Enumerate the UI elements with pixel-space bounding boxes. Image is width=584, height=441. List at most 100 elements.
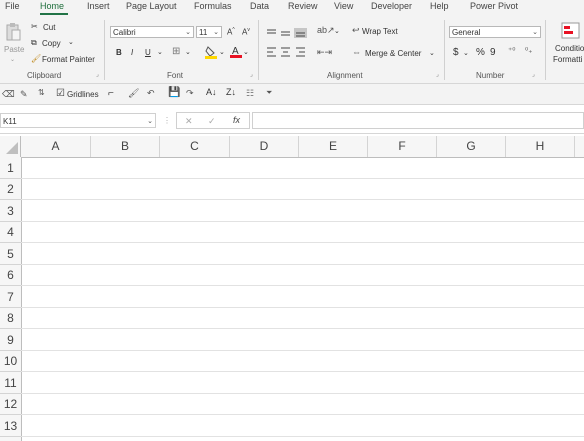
- paste-label[interactable]: Paste: [4, 45, 24, 54]
- tab-developer[interactable]: Developer: [371, 1, 412, 11]
- bold-button[interactable]: B: [116, 48, 122, 57]
- sort-ascending-icon[interactable]: A↓: [206, 87, 217, 97]
- underline-button[interactable]: U: [145, 48, 151, 57]
- row-header-12[interactable]: 12: [0, 394, 21, 415]
- number-format-value: General: [452, 28, 481, 37]
- row-header-10[interactable]: 10: [0, 351, 21, 372]
- cut-button[interactable]: Cut: [43, 23, 55, 32]
- fill-color-dropdown-icon[interactable]: ⌄: [219, 48, 225, 56]
- row-header-13[interactable]: 13: [0, 415, 21, 437]
- font-launcher-icon[interactable]: ⌟: [250, 71, 253, 78]
- tab-power-pivot[interactable]: Power Pivot: [470, 1, 518, 11]
- tab-file[interactable]: File: [5, 1, 20, 11]
- gridline: [21, 285, 584, 286]
- merge-dropdown-icon[interactable]: ⌄: [429, 49, 435, 57]
- orientation-icon[interactable]: ab↗: [317, 25, 335, 36]
- paste-icon[interactable]: [5, 22, 21, 42]
- column-header-c[interactable]: C: [160, 136, 230, 157]
- row-header-1[interactable]: 1: [0, 157, 21, 179]
- gridline: [21, 393, 584, 394]
- grow-font-button[interactable]: A^: [227, 27, 235, 37]
- conditional-formatting-icon[interactable]: [561, 22, 581, 40]
- tab-page-layout[interactable]: Page Layout: [126, 1, 177, 11]
- comma-button[interactable]: 9: [490, 47, 496, 58]
- increase-decimal-icon[interactable]: ⁺⁰: [508, 46, 515, 55]
- row-header-7[interactable]: 7: [0, 286, 21, 308]
- undo-icon[interactable]: ↶: [147, 88, 155, 99]
- select-all-button[interactable]: [0, 136, 21, 157]
- paint-icon[interactable]: ✎: [20, 89, 28, 100]
- borders-icon[interactable]: ⊞: [172, 46, 180, 57]
- column-header-a[interactable]: A: [21, 136, 91, 157]
- row-header-11[interactable]: 11: [0, 372, 21, 394]
- sort-icon[interactable]: ⇅: [38, 88, 45, 97]
- save-icon[interactable]: 💾: [168, 87, 180, 98]
- font-color-dropdown-icon[interactable]: ⌄: [243, 48, 249, 56]
- formula-input[interactable]: [252, 112, 584, 129]
- conditional-formatting-label-2[interactable]: Formatti: [553, 55, 582, 64]
- currency-dropdown-icon[interactable]: ⌄: [463, 49, 469, 57]
- row-header-6[interactable]: 6: [0, 265, 21, 286]
- number-launcher-icon[interactable]: ⌟: [532, 71, 535, 78]
- column-header-h[interactable]: H: [506, 136, 575, 157]
- row-header-9[interactable]: 9: [0, 329, 21, 351]
- row-header-5[interactable]: 5: [0, 243, 21, 265]
- row-header-2[interactable]: 2: [0, 179, 21, 200]
- font-color-icon[interactable]: A: [230, 44, 242, 59]
- tab-review[interactable]: Review: [288, 1, 318, 11]
- orientation-dropdown-icon[interactable]: ⌄: [334, 27, 340, 35]
- horizontal-align-icons[interactable]: [266, 46, 310, 58]
- gridline: [21, 414, 584, 415]
- tab-insert[interactable]: Insert: [87, 1, 110, 11]
- percent-button[interactable]: %: [476, 47, 485, 58]
- alignment-launcher-icon[interactable]: ⌟: [436, 71, 439, 78]
- eraser-icon[interactable]: ⌫: [2, 89, 15, 100]
- italic-button[interactable]: I: [131, 48, 133, 57]
- wrap-text-button[interactable]: Wrap Text: [362, 27, 398, 36]
- column-header-e[interactable]: E: [299, 136, 368, 157]
- copy-button[interactable]: Copy: [42, 39, 61, 48]
- conditional-formatting-label[interactable]: Conditio: [555, 44, 584, 53]
- fill-color-icon[interactable]: [205, 45, 218, 59]
- currency-button[interactable]: $: [453, 47, 459, 58]
- enter-icon[interactable]: ✓: [208, 116, 216, 127]
- row-header-8[interactable]: 8: [0, 308, 21, 329]
- underline-dropdown-icon[interactable]: ⌄: [157, 48, 163, 56]
- clipboard-launcher-icon[interactable]: ⌟: [96, 71, 99, 78]
- borders-dropdown-icon[interactable]: ⌄: [185, 48, 191, 56]
- tab-data[interactable]: Data: [250, 1, 269, 11]
- number-format-combo[interactable]: General ⌄: [449, 26, 541, 38]
- decrease-decimal-icon[interactable]: ⁰₊: [525, 46, 532, 55]
- row-header-4[interactable]: 4: [0, 222, 21, 243]
- tab-formulas[interactable]: Formulas: [194, 1, 232, 11]
- column-header-g[interactable]: G: [437, 136, 506, 157]
- brush-icon[interactable]: 🖌: [128, 88, 139, 99]
- sort-descending-icon[interactable]: Z↓: [226, 87, 236, 97]
- column-headers: A B C D E F G H: [0, 136, 584, 158]
- vertical-align-icons[interactable]: [266, 28, 310, 38]
- row-header-3[interactable]: 3: [0, 200, 21, 222]
- name-box[interactable]: K11 ⌄: [0, 113, 156, 128]
- column-header-d[interactable]: D: [230, 136, 299, 157]
- shrink-font-button[interactable]: Av: [242, 27, 250, 37]
- font-name-combo[interactable]: Calibri ⌄: [110, 26, 194, 38]
- frame-icon[interactable]: ⌐: [108, 88, 114, 99]
- redo-icon[interactable]: ↷: [186, 88, 194, 99]
- gridlines-checkbox[interactable]: ☑: [56, 88, 65, 99]
- tab-home[interactable]: Home: [40, 1, 64, 11]
- column-header-b[interactable]: B: [91, 136, 160, 157]
- column-header-f[interactable]: F: [368, 136, 437, 157]
- tab-view[interactable]: View: [334, 1, 353, 11]
- copy-dropdown-icon[interactable]: ⌄: [68, 38, 74, 46]
- font-size-combo[interactable]: 11 ⌄: [196, 26, 222, 38]
- format-painter-button[interactable]: Format Painter: [42, 55, 95, 64]
- tab-help[interactable]: Help: [430, 1, 449, 11]
- paste-dropdown-icon[interactable]: ⌄: [10, 56, 15, 63]
- indent-icon[interactable]: ⇤⇥: [317, 47, 332, 58]
- insert-function-icon[interactable]: fx: [233, 115, 240, 125]
- merge-center-button[interactable]: Merge & Center: [365, 49, 421, 58]
- form-icon[interactable]: ☷: [246, 88, 254, 99]
- gridline: [21, 371, 584, 372]
- customize-qat-icon[interactable]: ⏷: [266, 88, 272, 98]
- cancel-icon[interactable]: ✕: [185, 116, 193, 127]
